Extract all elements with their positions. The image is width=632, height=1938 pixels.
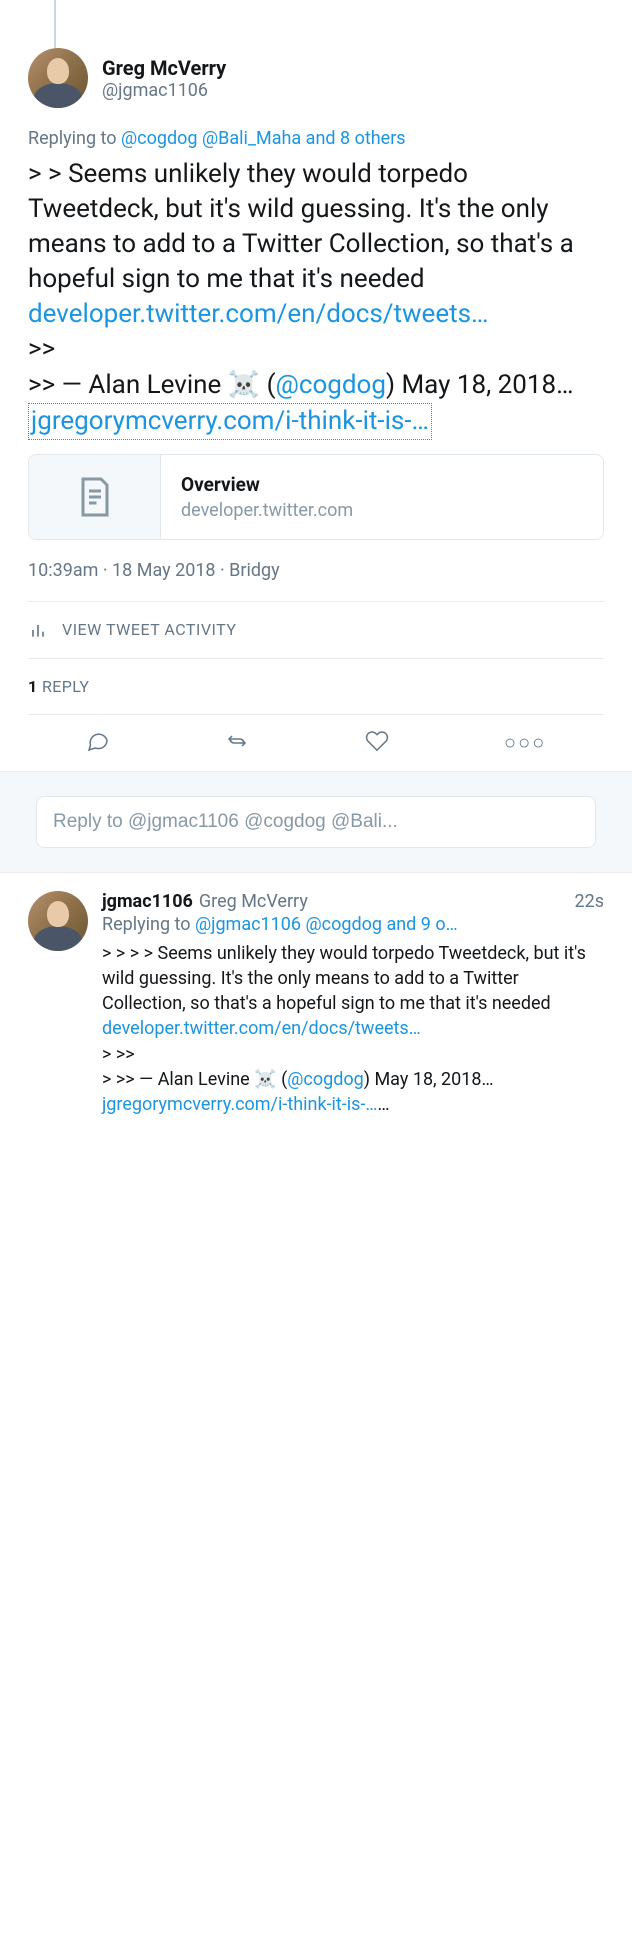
- retweet-button[interactable]: [225, 729, 249, 757]
- more-icon: ○○○: [504, 730, 546, 754]
- reply-mention[interactable]: @jgmac1106: [195, 914, 301, 935]
- reply-header: jgmac1106 Greg McVerry 22s: [102, 891, 604, 912]
- avatar[interactable]: [28, 891, 88, 951]
- reply-mention[interactable]: @cogdog: [121, 128, 197, 149]
- document-icon: [77, 476, 113, 518]
- reply-button[interactable]: [86, 729, 110, 757]
- author-handle[interactable]: @jgmac1106: [102, 80, 226, 101]
- reply-others[interactable]: and 8 others: [301, 128, 405, 149]
- body-text: > >>: [102, 1044, 135, 1065]
- reply-context: Replying to @cogdog @Bali_Maha and 8 oth…: [28, 128, 604, 149]
- reply-username[interactable]: jgmac1106: [102, 891, 193, 912]
- reply-count[interactable]: 1: [28, 677, 38, 696]
- reply-context: Replying to @jgmac1106 @cogdog and 9 o…: [102, 914, 604, 935]
- activity-label: VIEW TWEET ACTIVITY: [62, 620, 236, 639]
- body-text: >>: [28, 334, 55, 364]
- body-mention[interactable]: @cogdog: [276, 370, 386, 400]
- actions-row: ○○○: [28, 714, 604, 771]
- body-link[interactable]: jgregorymcverry.com/i-think-it-is-…: [28, 403, 432, 440]
- reply-prefix: Replying to: [102, 914, 195, 935]
- reply-time[interactable]: 22s: [574, 891, 604, 912]
- reply-mention[interactable]: @cogdog: [306, 914, 382, 935]
- stats-row: 1 REPLY: [28, 658, 604, 714]
- body-text: ) May 18, 2018…: [364, 1069, 494, 1090]
- trailing-ellipsis: …: [377, 1094, 389, 1115]
- reply-others[interactable]: and 9 o…: [382, 914, 458, 935]
- body-text: > > Seems unlikely they would torpedo Tw…: [28, 159, 574, 294]
- body-text: ) May 18, 2018…: [386, 370, 574, 400]
- skull-icon: ☠️: [228, 370, 260, 400]
- card-body: Overview developer.twitter.com: [161, 455, 603, 539]
- analytics-icon: [28, 620, 48, 640]
- card-domain: developer.twitter.com: [181, 500, 583, 521]
- reply-text: > > > > Seems unlikely they would torped…: [102, 941, 604, 1117]
- reply-icon: [86, 729, 110, 753]
- like-button[interactable]: [365, 729, 389, 757]
- timestamp[interactable]: 10:39am · 18 May 2018 · Bridgy: [28, 560, 604, 601]
- body-link[interactable]: jgregorymcverry.com/i-think-it-is-…: [102, 1094, 377, 1115]
- body-text: (: [277, 1069, 288, 1090]
- card-title: Overview: [181, 473, 583, 496]
- reply-mention[interactable]: @Bali_Maha: [202, 128, 301, 149]
- author-name[interactable]: Greg McVerry: [102, 56, 226, 80]
- tweet-text: > > Seems unlikely they would torpedo Tw…: [28, 157, 604, 440]
- author-row[interactable]: Greg McVerry @jgmac1106: [28, 48, 604, 108]
- avatar[interactable]: [28, 48, 88, 108]
- body-link[interactable]: developer.twitter.com/en/docs/tweets…: [28, 299, 488, 329]
- reply-prefix: Replying to: [28, 128, 121, 149]
- tweet-activity-button[interactable]: VIEW TWEET ACTIVITY: [28, 601, 604, 658]
- body-mention[interactable]: @cogdog: [287, 1069, 363, 1090]
- reply-displayname: Greg McVerry: [199, 891, 308, 912]
- body-text: (: [260, 370, 275, 400]
- reply-label: REPLY: [38, 677, 90, 696]
- reply-compose: [0, 772, 632, 873]
- body-link[interactable]: developer.twitter.com/en/docs/tweets…: [102, 1018, 421, 1039]
- reply-tweet[interactable]: jgmac1106 Greg McVerry 22s Replying to @…: [0, 873, 632, 1137]
- skull-icon: ☠️: [254, 1069, 276, 1090]
- more-button[interactable]: ○○○: [504, 730, 546, 755]
- heart-icon: [365, 729, 389, 753]
- body-text: > >> — Alan Levine: [102, 1069, 254, 1090]
- reply-content: jgmac1106 Greg McVerry 22s Replying to @…: [102, 891, 604, 1117]
- link-card[interactable]: Overview developer.twitter.com: [28, 454, 604, 540]
- thread-line-icon: [54, 0, 56, 48]
- reply-input[interactable]: [36, 796, 596, 848]
- card-thumbnail: [29, 455, 161, 539]
- retweet-icon: [225, 729, 249, 753]
- body-text: >> — Alan Levine: [28, 370, 228, 400]
- body-text: > > > > Seems unlikely they would torped…: [102, 943, 586, 1014]
- main-tweet: Greg McVerry @jgmac1106 Replying to @cog…: [0, 0, 632, 772]
